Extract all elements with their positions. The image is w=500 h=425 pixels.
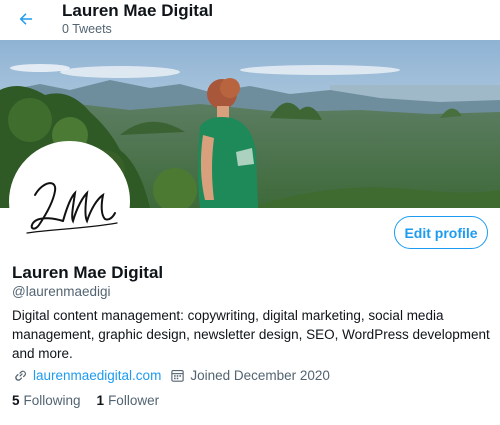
profile-bio: Digital content management: copywriting,… [12, 308, 490, 361]
profile-avatar[interactable] [9, 141, 130, 262]
edit-profile-button[interactable]: Edit profile [394, 216, 488, 249]
arrow-left-icon [19, 13, 32, 25]
lm-logo-icon [13, 145, 126, 258]
link-icon [12, 367, 28, 383]
profile-handle: @laurenmaedigi [12, 284, 111, 299]
header-title: Lauren Mae Digital [62, 1, 214, 20]
profile-display-name: Lauren Mae Digital [12, 263, 164, 282]
tweet-count: 0 Tweets [62, 22, 112, 36]
profile-meta: laurenmaedigital.com Joined December 202… [12, 366, 330, 384]
calendar-icon [169, 367, 185, 383]
followers-link[interactable]: 1 Follower [97, 393, 160, 408]
profile-header: Lauren Mae Digital 0 Tweets [0, 0, 500, 40]
following-link[interactable]: 5 Following [12, 393, 81, 408]
following-count: 5 [12, 392, 20, 408]
followers-label: Follower [108, 392, 160, 408]
follow-stats: 5 Following 1 Follower [12, 391, 175, 409]
followers-count: 1 [96, 392, 105, 408]
following-label: Following [23, 392, 81, 408]
joined-date: Joined December 2020 [190, 367, 330, 383]
back-button[interactable] [11, 4, 41, 34]
website-link[interactable]: laurenmaedigital.com [33, 368, 161, 383]
